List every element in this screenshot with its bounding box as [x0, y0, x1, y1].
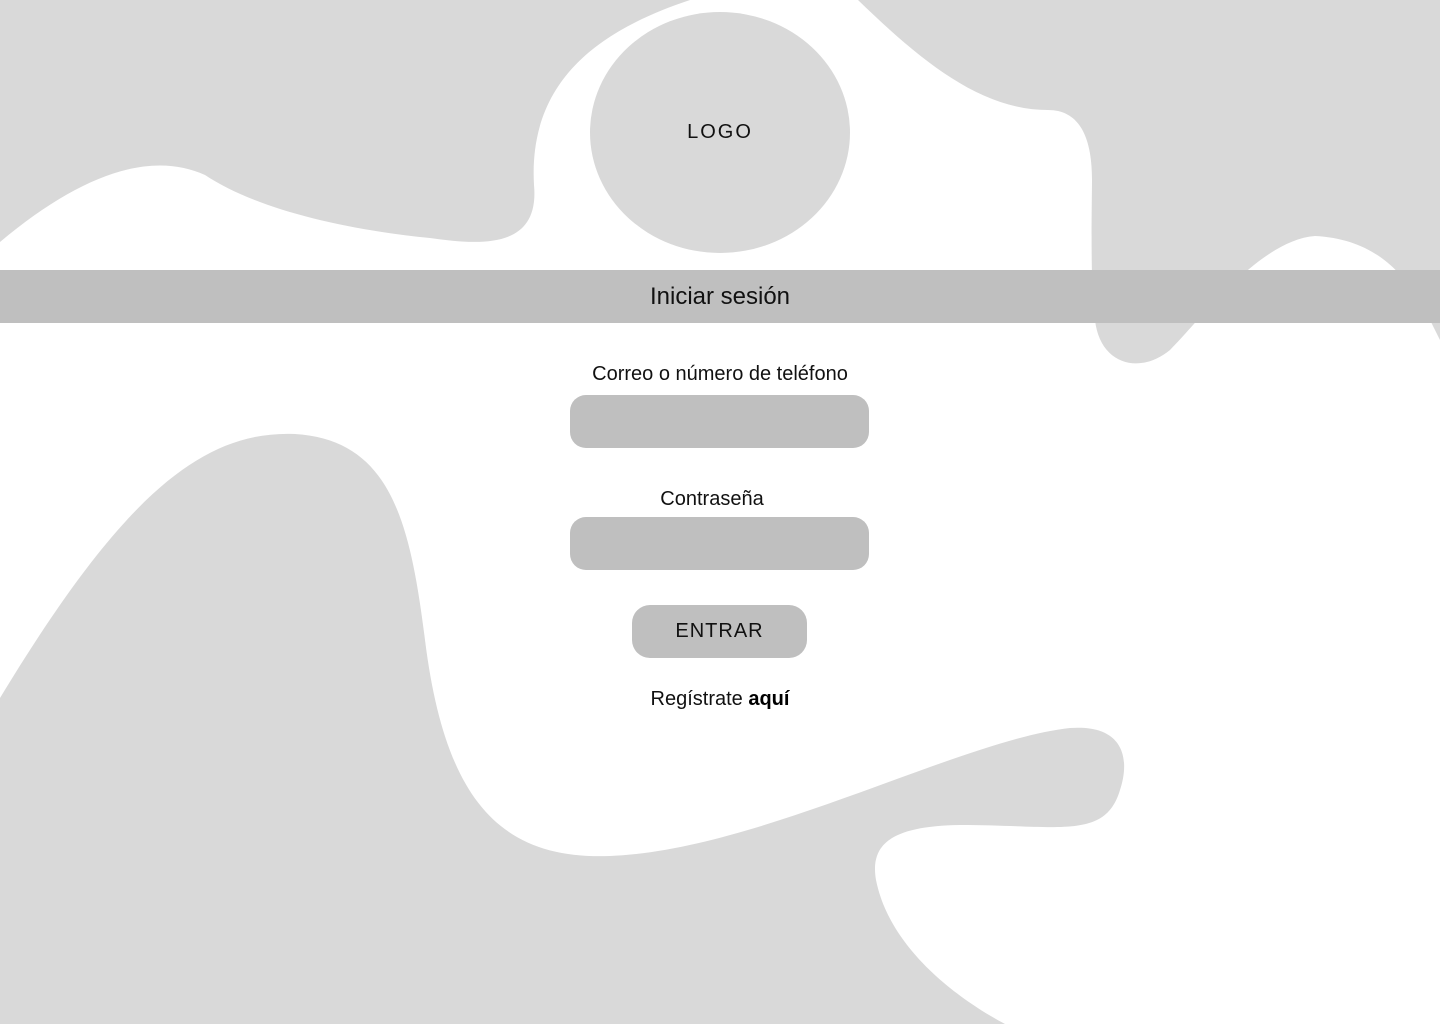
title-bar: Iniciar sesión [0, 270, 1440, 323]
register-prefix: Regístrate [650, 688, 743, 710]
email-label: Correo o número de teléfono [592, 363, 848, 385]
email-field[interactable] [570, 395, 869, 448]
register-link[interactable]: aquí [748, 688, 789, 710]
page-title: Iniciar sesión [649, 282, 791, 310]
password-field[interactable] [570, 517, 869, 570]
password-label: Contraseña [660, 488, 764, 510]
enter-button[interactable]: ENTRAR [632, 605, 807, 658]
background-blob-top-left [0, 0, 690, 242]
logo-text: LOGO [687, 121, 753, 143]
background-blob-bottom [0, 433, 1125, 1024]
logo: LOGO [590, 12, 850, 253]
register-text: Regístrate aquí [520, 688, 920, 711]
